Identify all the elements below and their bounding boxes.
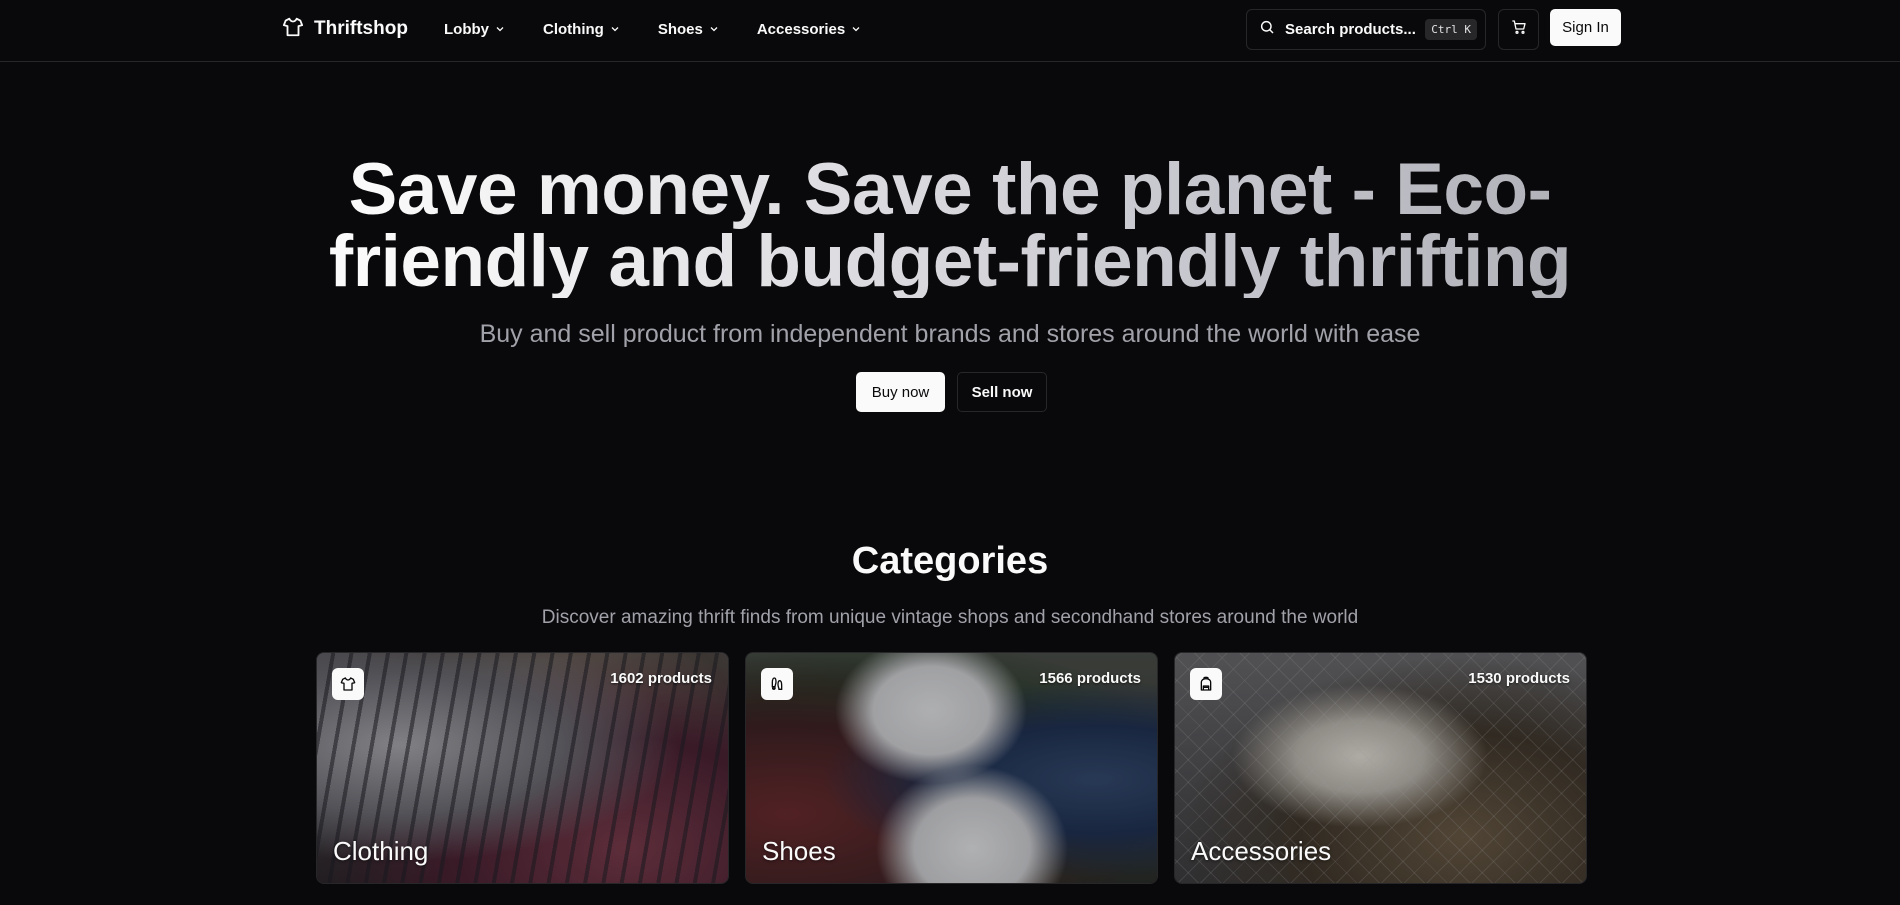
shirt-icon bbox=[332, 668, 364, 700]
search-button[interactable]: Search products... Ctrl K bbox=[1246, 9, 1486, 50]
category-card-clothing[interactable]: 1602 products Clothing bbox=[316, 652, 729, 884]
nav-label: Shoes bbox=[657, 20, 703, 38]
main-nav: Lobby Clothing Shoes Accessories bbox=[444, 18, 899, 40]
search-shortcut: Ctrl K bbox=[1425, 19, 1477, 40]
footprints-icon bbox=[761, 668, 793, 700]
chevron-down-icon bbox=[495, 21, 505, 38]
buy-now-button[interactable]: Buy now bbox=[856, 372, 945, 412]
sell-now-button[interactable]: Sell now bbox=[957, 372, 1047, 412]
backpack-icon bbox=[1190, 668, 1222, 700]
category-name: Shoes bbox=[762, 836, 836, 866]
nav-accessories[interactable]: Accessories bbox=[757, 21, 861, 38]
nav-lobby[interactable]: Lobby bbox=[444, 21, 505, 38]
search-icon bbox=[1259, 19, 1275, 40]
category-name: Clothing bbox=[333, 836, 429, 866]
category-name: Accessories bbox=[1191, 836, 1332, 866]
shirt-icon bbox=[282, 16, 304, 43]
cart-button[interactable] bbox=[1498, 9, 1539, 50]
product-count: 1566 products bbox=[1039, 670, 1141, 687]
product-count: 1530 products bbox=[1468, 670, 1570, 687]
cart-icon bbox=[1511, 19, 1527, 40]
category-card-shoes[interactable]: 1566 products Shoes bbox=[745, 652, 1158, 884]
hero-title-line-2: friendly and budget-friendly thrifting bbox=[328, 221, 1572, 302]
search-label: Search products... bbox=[1285, 21, 1416, 38]
category-card-accessories[interactable]: 1530 products Accessories bbox=[1174, 652, 1587, 884]
site-header: Thriftshop Lobby Clothing Shoes Accessor… bbox=[0, 0, 1900, 62]
categories-title: Categories bbox=[851, 540, 1049, 582]
nav-label: Accessories bbox=[756, 20, 846, 38]
nav-label: Lobby bbox=[444, 20, 489, 38]
brand-name: Thriftshop bbox=[314, 18, 408, 39]
nav-shoes[interactable]: Shoes bbox=[658, 21, 719, 38]
hero-title-line-1: Save money. Save the planet - Eco- bbox=[348, 149, 1552, 230]
nav-clothing[interactable]: Clothing bbox=[543, 21, 620, 38]
chevron-down-icon bbox=[851, 21, 861, 38]
hero-title: Save money. Save the planet - Eco- frien… bbox=[0, 154, 1900, 298]
categories-subtitle: Discover amazing thrift finds from uniqu… bbox=[541, 607, 1359, 628]
chevron-down-icon bbox=[709, 21, 719, 38]
chevron-down-icon bbox=[610, 21, 620, 38]
hero-subtitle: Buy and sell product from independent br… bbox=[479, 320, 1421, 348]
nav-label: Clothing bbox=[543, 20, 604, 38]
hero-actions: Buy now Sell now bbox=[856, 372, 1047, 412]
brand-link[interactable]: Thriftshop bbox=[282, 16, 408, 42]
sign-in-button[interactable]: Sign In bbox=[1550, 9, 1621, 46]
product-count: 1602 products bbox=[610, 670, 712, 687]
